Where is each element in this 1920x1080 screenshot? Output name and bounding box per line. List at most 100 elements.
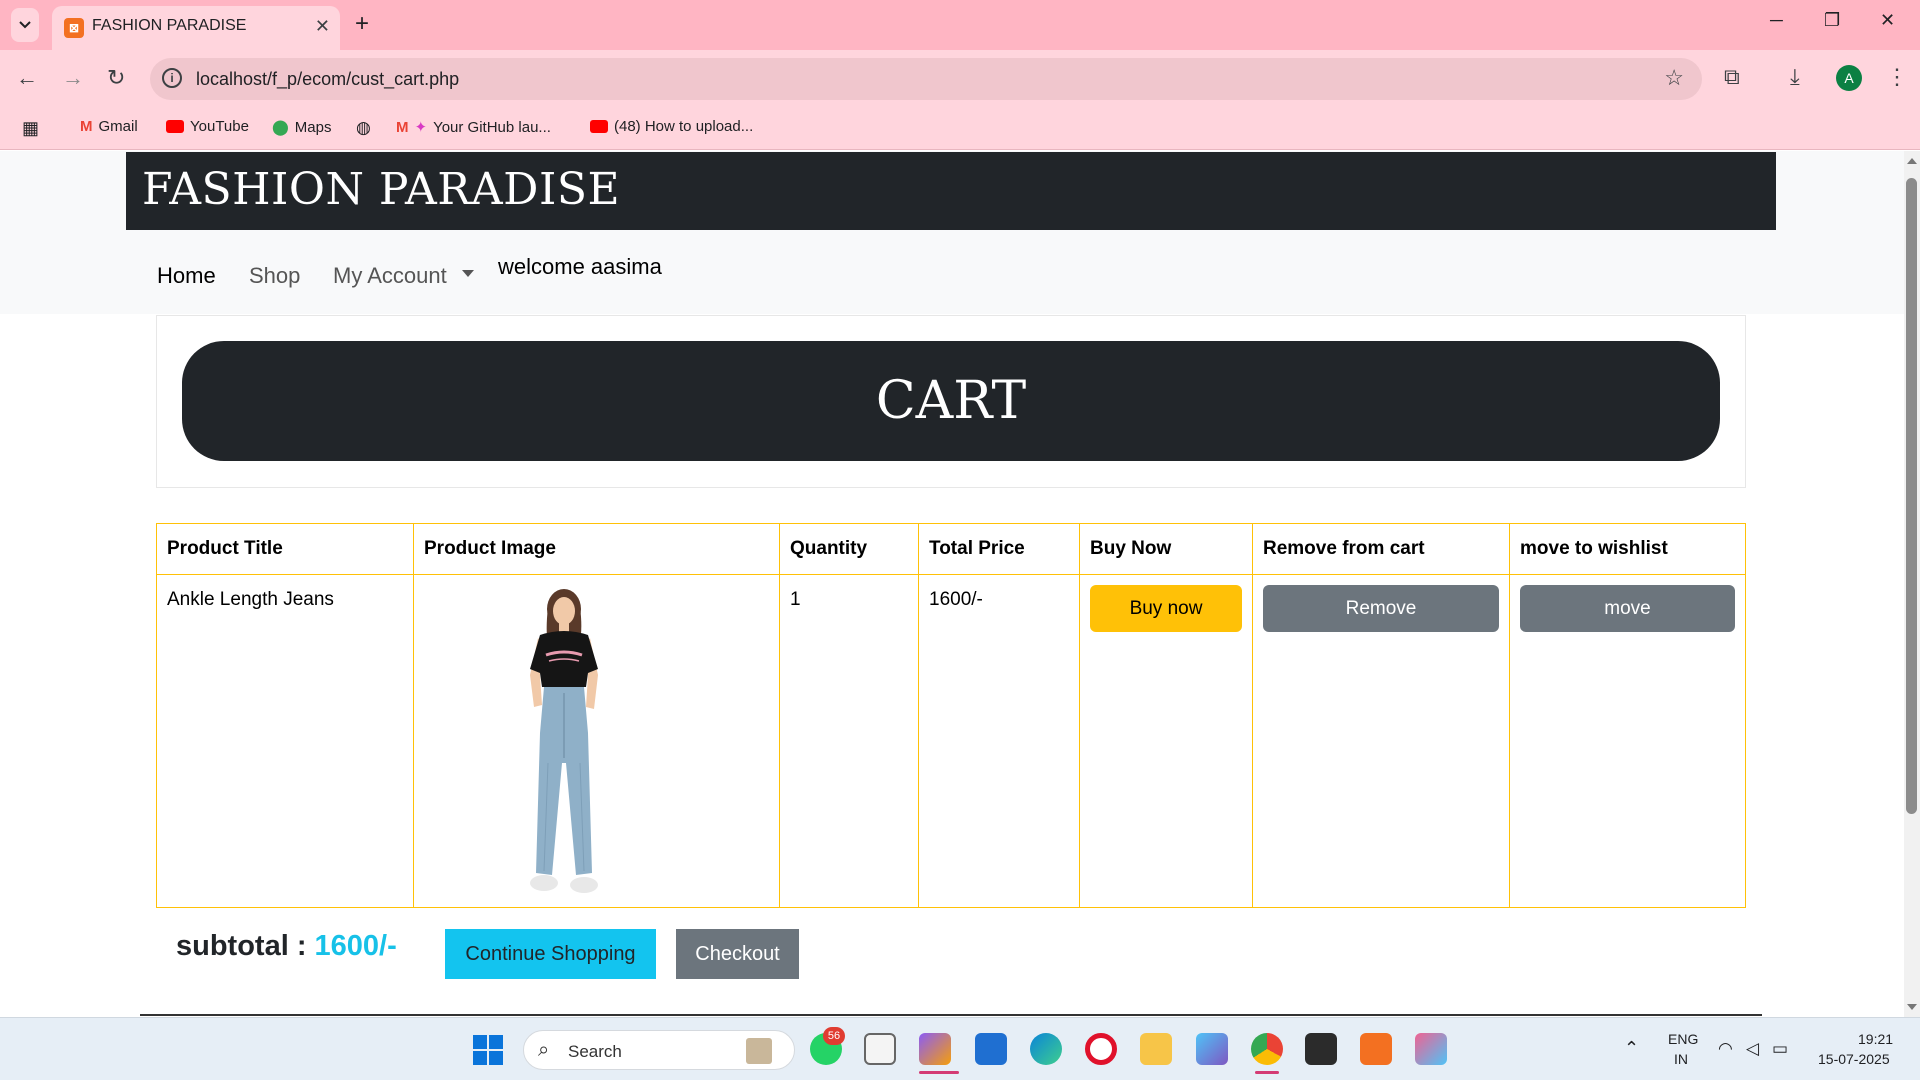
column-header: Product Image — [413, 523, 780, 575]
tab-title: FASHION PARADISE — [92, 17, 247, 34]
address-bar[interactable]: i localhost/f_p/ecom/cust_cart.php ☆ — [150, 58, 1702, 100]
subtotal-value: 1600/- — [314, 930, 397, 962]
tab-search-button[interactable] — [11, 8, 39, 42]
active-app-indicator — [1255, 1071, 1279, 1074]
copilot-icon[interactable] — [919, 1033, 951, 1065]
vscode-like-icon[interactable] — [975, 1033, 1007, 1065]
tab-close-icon[interactable]: ✕ — [315, 16, 330, 37]
edge-icon[interactable] — [1030, 1033, 1062, 1065]
brand-title[interactable]: FASHION PARADISE — [142, 164, 620, 215]
browser-tab[interactable]: ⊠ FASHION PARADISE ✕ — [52, 6, 340, 50]
bookmark-github[interactable]: M ✦ Your GitHub lau... — [396, 118, 551, 137]
volume-icon[interactable]: ◁ — [1746, 1039, 1759, 1059]
browser-tab-strip: ⊠ FASHION PARADISE ✕ + ─ ❐ ✕ — [0, 0, 1920, 50]
continue-shopping-button[interactable]: Continue Shopping — [445, 929, 656, 979]
globe-icon[interactable]: ◍ — [356, 118, 371, 138]
search-highlight-icon — [746, 1038, 772, 1064]
file-explorer-icon[interactable] — [1140, 1033, 1172, 1065]
sparkle-icon: ✦ — [414, 119, 428, 136]
wishlist-cell: move — [1509, 574, 1746, 908]
clock-time[interactable]: 19:21 — [1858, 1031, 1893, 1047]
clock-date[interactable]: 15-07-2025 — [1818, 1051, 1890, 1067]
gmail-icon: M — [396, 118, 409, 136]
minimize-button[interactable]: ─ — [1770, 10, 1783, 31]
tray-overflow-icon[interactable]: ⌃ — [1624, 1038, 1639, 1059]
windows-start-icon[interactable] — [473, 1035, 503, 1065]
url-text[interactable]: localhost/f_p/ecom/cust_cart.php — [196, 69, 459, 90]
window-close-button[interactable]: ✕ — [1880, 10, 1895, 31]
brand-banner: FASHION PARADISE — [126, 152, 1776, 230]
nav-home[interactable]: Home — [157, 263, 216, 289]
buy-now-cell: Buy now — [1079, 574, 1253, 908]
footer-divider — [140, 1014, 1762, 1016]
bookmark-label: Gmail — [98, 118, 138, 135]
region-indicator[interactable]: IN — [1674, 1051, 1688, 1067]
scrollbar-thumb[interactable] — [1906, 178, 1917, 814]
restore-button[interactable]: ❐ — [1824, 10, 1840, 31]
scroll-up-icon[interactable] — [1904, 155, 1920, 167]
maps-pin-icon: ⬤ — [272, 119, 289, 136]
remove-button[interactable]: Remove — [1263, 585, 1499, 632]
product-image[interactable] — [504, 583, 624, 901]
quantity-cell: 1 — [779, 574, 919, 908]
column-header: Quantity — [779, 523, 919, 575]
bookmark-star-icon[interactable]: ☆ — [1664, 65, 1684, 91]
product-title-cell: Ankle Length Jeans — [156, 574, 414, 908]
cart-banner: CART — [182, 341, 1720, 461]
back-button[interactable]: ← — [16, 64, 38, 92]
cart-table: Product Title Product Image Quantity Tot… — [156, 523, 1746, 908]
page-viewport: FASHION PARADISE Home Shop My Account we… — [0, 151, 1904, 1017]
checkout-button[interactable]: Checkout — [676, 929, 799, 979]
opera-icon[interactable] — [1085, 1033, 1117, 1065]
xampp-favicon-icon: ⊠ — [64, 18, 84, 38]
buy-now-button[interactable]: Buy now — [1090, 585, 1242, 632]
menu-kebab-icon[interactable]: ⋮ — [1886, 64, 1908, 90]
bookmark-gmail[interactable]: M Gmail — [80, 118, 138, 135]
youtube-icon — [590, 120, 608, 133]
subtotal: subtotal : 1600/- — [176, 930, 397, 963]
wifi-icon[interactable]: ◠ — [1718, 1039, 1733, 1059]
cube-app-2-icon[interactable] — [1415, 1033, 1447, 1065]
column-header: Total Price — [918, 523, 1080, 575]
bookmark-maps[interactable]: ⬤ Maps — [272, 118, 331, 137]
scroll-down-icon[interactable] — [1904, 1001, 1920, 1013]
column-header: move to wishlist — [1509, 523, 1746, 575]
battery-icon[interactable]: ▭ — [1772, 1039, 1788, 1059]
bookmark-label: (48) How to upload... — [614, 118, 754, 135]
terminal-icon[interactable] — [1305, 1033, 1337, 1065]
chrome-icon[interactable] — [1251, 1033, 1283, 1065]
profile-avatar[interactable]: A — [1836, 65, 1862, 91]
bookmark-youtube[interactable]: YouTube — [166, 118, 249, 135]
gmail-icon: M — [80, 118, 93, 135]
taskbar-search[interactable]: ⌕ Search — [523, 1030, 795, 1070]
column-header: Buy Now — [1079, 523, 1253, 575]
download-icon[interactable]: ⤓ — [1790, 64, 1800, 90]
dropdown-caret-icon[interactable] — [462, 270, 474, 277]
bookmark-upload-video[interactable]: (48) How to upload... — [590, 118, 753, 135]
product-image-cell — [413, 574, 780, 908]
chevron-down-icon — [19, 21, 31, 29]
table-header-row: Product Title Product Image Quantity Tot… — [156, 523, 1746, 575]
reload-button[interactable]: ↻ — [107, 64, 125, 92]
forward-button[interactable]: → — [62, 64, 84, 92]
new-tab-button[interactable]: + — [355, 10, 369, 38]
notification-badge: 56 — [823, 1027, 845, 1045]
extensions-icon[interactable]: ⧉ — [1724, 64, 1740, 90]
table-row: Ankle Length Jeans 1 1600/- Buy now Remo… — [156, 574, 1746, 908]
total-price-cell: 1600/- — [918, 574, 1080, 908]
xampp-icon[interactable] — [1360, 1033, 1392, 1065]
remove-cell: Remove — [1252, 574, 1510, 908]
nav-shop[interactable]: Shop — [249, 263, 300, 289]
bookmark-label: YouTube — [190, 118, 249, 135]
cart-title: CART — [875, 371, 1027, 431]
site-info-icon[interactable]: i — [162, 68, 182, 88]
active-app-indicator — [919, 1071, 959, 1074]
youtube-icon — [166, 120, 184, 133]
language-indicator[interactable]: ENG — [1668, 1031, 1698, 1047]
move-to-wishlist-button[interactable]: move — [1520, 585, 1735, 632]
bookmark-label: Your GitHub lau... — [433, 118, 551, 136]
nav-my-account[interactable]: My Account — [333, 263, 447, 289]
apps-grid-icon[interactable]: ▦ — [22, 118, 39, 139]
cube-app-icon[interactable] — [1196, 1033, 1228, 1065]
microsoft-store-icon[interactable] — [864, 1033, 896, 1065]
